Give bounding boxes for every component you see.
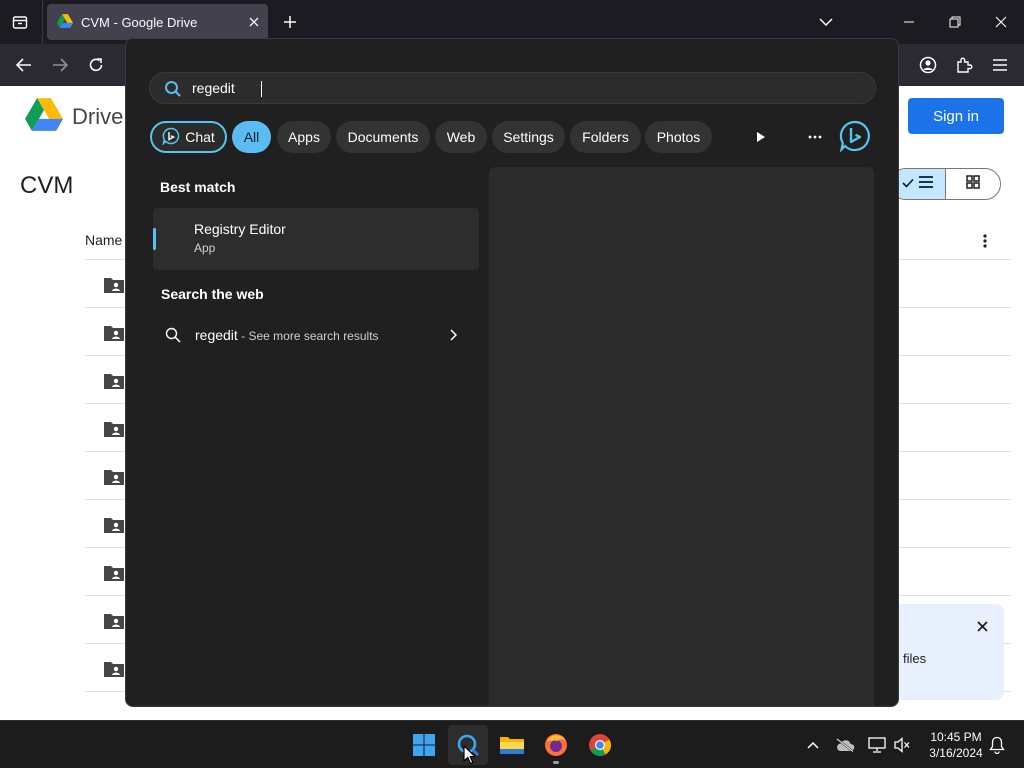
web-search-result[interactable]: regedit - See more search results [153, 318, 479, 352]
close-icon[interactable] [972, 616, 992, 636]
web-query-text: regedit [195, 327, 238, 343]
sign-in-button[interactable]: Sign in [908, 98, 1004, 134]
search-icon [165, 327, 181, 348]
firefox-icon[interactable] [536, 725, 576, 765]
chevron-up-icon[interactable] [801, 733, 825, 757]
search-input[interactable] [192, 78, 852, 98]
chip-settings-label: Settings [503, 129, 554, 145]
file-explorer-icon[interactable] [492, 725, 532, 765]
taskbar: 10:45 PM 3/16/2024 [0, 720, 1024, 768]
new-tab-icon[interactable] [276, 8, 304, 36]
result-name: Registry Editor [194, 221, 286, 237]
result-type: App [194, 241, 216, 255]
shared-folder-icon [103, 564, 125, 587]
shared-folder-icon [103, 372, 125, 395]
shared-folder-icon [103, 516, 125, 539]
chip-photos-label: Photos [656, 129, 701, 145]
system-clock[interactable]: 10:45 PM 3/16/2024 [918, 729, 994, 761]
forward-arrow-icon[interactable] [46, 51, 74, 79]
network-icon[interactable] [865, 733, 889, 757]
back-arrow-icon[interactable] [10, 51, 38, 79]
view-toggle [890, 168, 1001, 200]
chip-web-label: Web [446, 129, 476, 145]
chip-web[interactable]: Web [435, 121, 487, 153]
mouse-cursor-icon [463, 745, 476, 768]
chip-folders[interactable]: Folders [570, 121, 641, 153]
text-caret [261, 81, 262, 97]
shared-folder-icon [103, 420, 125, 443]
chevron-right-icon [449, 328, 458, 346]
search-the-web-heading: Search the web [161, 286, 264, 302]
volume-muted-icon[interactable] [890, 733, 914, 757]
clock-time: 10:45 PM [930, 730, 982, 744]
chip-folders-label: Folders [582, 129, 629, 145]
list-view-button[interactable] [891, 169, 946, 199]
clock-date: 3/16/2024 [929, 746, 983, 760]
bing-icon[interactable] [839, 120, 871, 153]
web-result-text: regedit - See more search results [195, 327, 379, 343]
drive-wordmark[interactable]: Drive [72, 104, 123, 130]
search-box[interactable] [149, 72, 876, 104]
chip-settings[interactable]: Settings [492, 121, 565, 153]
play-icon[interactable] [747, 123, 775, 151]
web-hint-text: - See more search results [237, 329, 379, 343]
chip-apps[interactable]: Apps [277, 121, 331, 153]
chip-documents[interactable]: Documents [336, 121, 430, 153]
shared-folder-icon [103, 468, 125, 491]
windows-start-icon[interactable] [404, 725, 444, 765]
best-match-heading: Best match [160, 179, 236, 195]
selection-accent-bar [153, 228, 156, 250]
tab-title: CVM - Google Drive [81, 14, 198, 30]
preview-pane [489, 167, 874, 706]
chip-apps-label: Apps [288, 129, 320, 145]
chip-photos[interactable]: Photos [645, 121, 712, 153]
cloud-offline-icon[interactable] [833, 733, 857, 757]
extensions-icon[interactable] [950, 51, 978, 79]
chevron-down-icon[interactable] [812, 8, 840, 36]
chrome-icon[interactable] [580, 725, 620, 765]
page-title: CVM [20, 172, 74, 199]
notification-bell-icon[interactable] [985, 733, 1009, 757]
chip-chat[interactable]: Chat [150, 121, 227, 153]
restore-icon[interactable] [932, 0, 978, 44]
check-icon [902, 175, 914, 193]
list-icon [918, 175, 934, 193]
windows-search-flyout: Chat All Apps Documents Web Settings Fol… [125, 38, 899, 707]
active-tab[interactable]: CVM - Google Drive [47, 4, 268, 40]
chip-all-label: All [243, 129, 260, 145]
more-horizontal-icon[interactable] [801, 123, 829, 151]
tab-separator [42, 0, 43, 44]
menu-icon[interactable] [986, 51, 1014, 79]
chip-documents-label: Documents [347, 129, 419, 145]
chip-all[interactable]: All [232, 121, 271, 153]
shared-folder-icon [103, 276, 125, 299]
tab-overview-icon[interactable] [6, 8, 34, 36]
google-drive-favicon [57, 13, 73, 31]
google-drive-logo-icon[interactable] [25, 98, 63, 136]
reload-icon[interactable] [82, 51, 110, 79]
search-icon [164, 80, 182, 103]
running-indicator [553, 761, 559, 764]
more-vertical-icon[interactable] [976, 230, 994, 252]
account-icon[interactable] [914, 51, 942, 79]
tab-close-icon[interactable] [240, 8, 268, 36]
toast-text: files [903, 651, 927, 666]
name-column-header[interactable]: Name [85, 232, 122, 248]
shared-folder-icon [103, 324, 125, 347]
grid-icon [966, 174, 980, 194]
shared-folder-icon [103, 612, 125, 635]
bing-chat-icon [162, 127, 180, 148]
best-match-result[interactable]: Registry Editor App [153, 208, 479, 270]
grid-view-button[interactable] [946, 169, 1001, 199]
window-close-icon[interactable] [978, 0, 1024, 44]
chip-chat-label: Chat [185, 129, 215, 145]
shared-folder-icon [103, 660, 125, 683]
